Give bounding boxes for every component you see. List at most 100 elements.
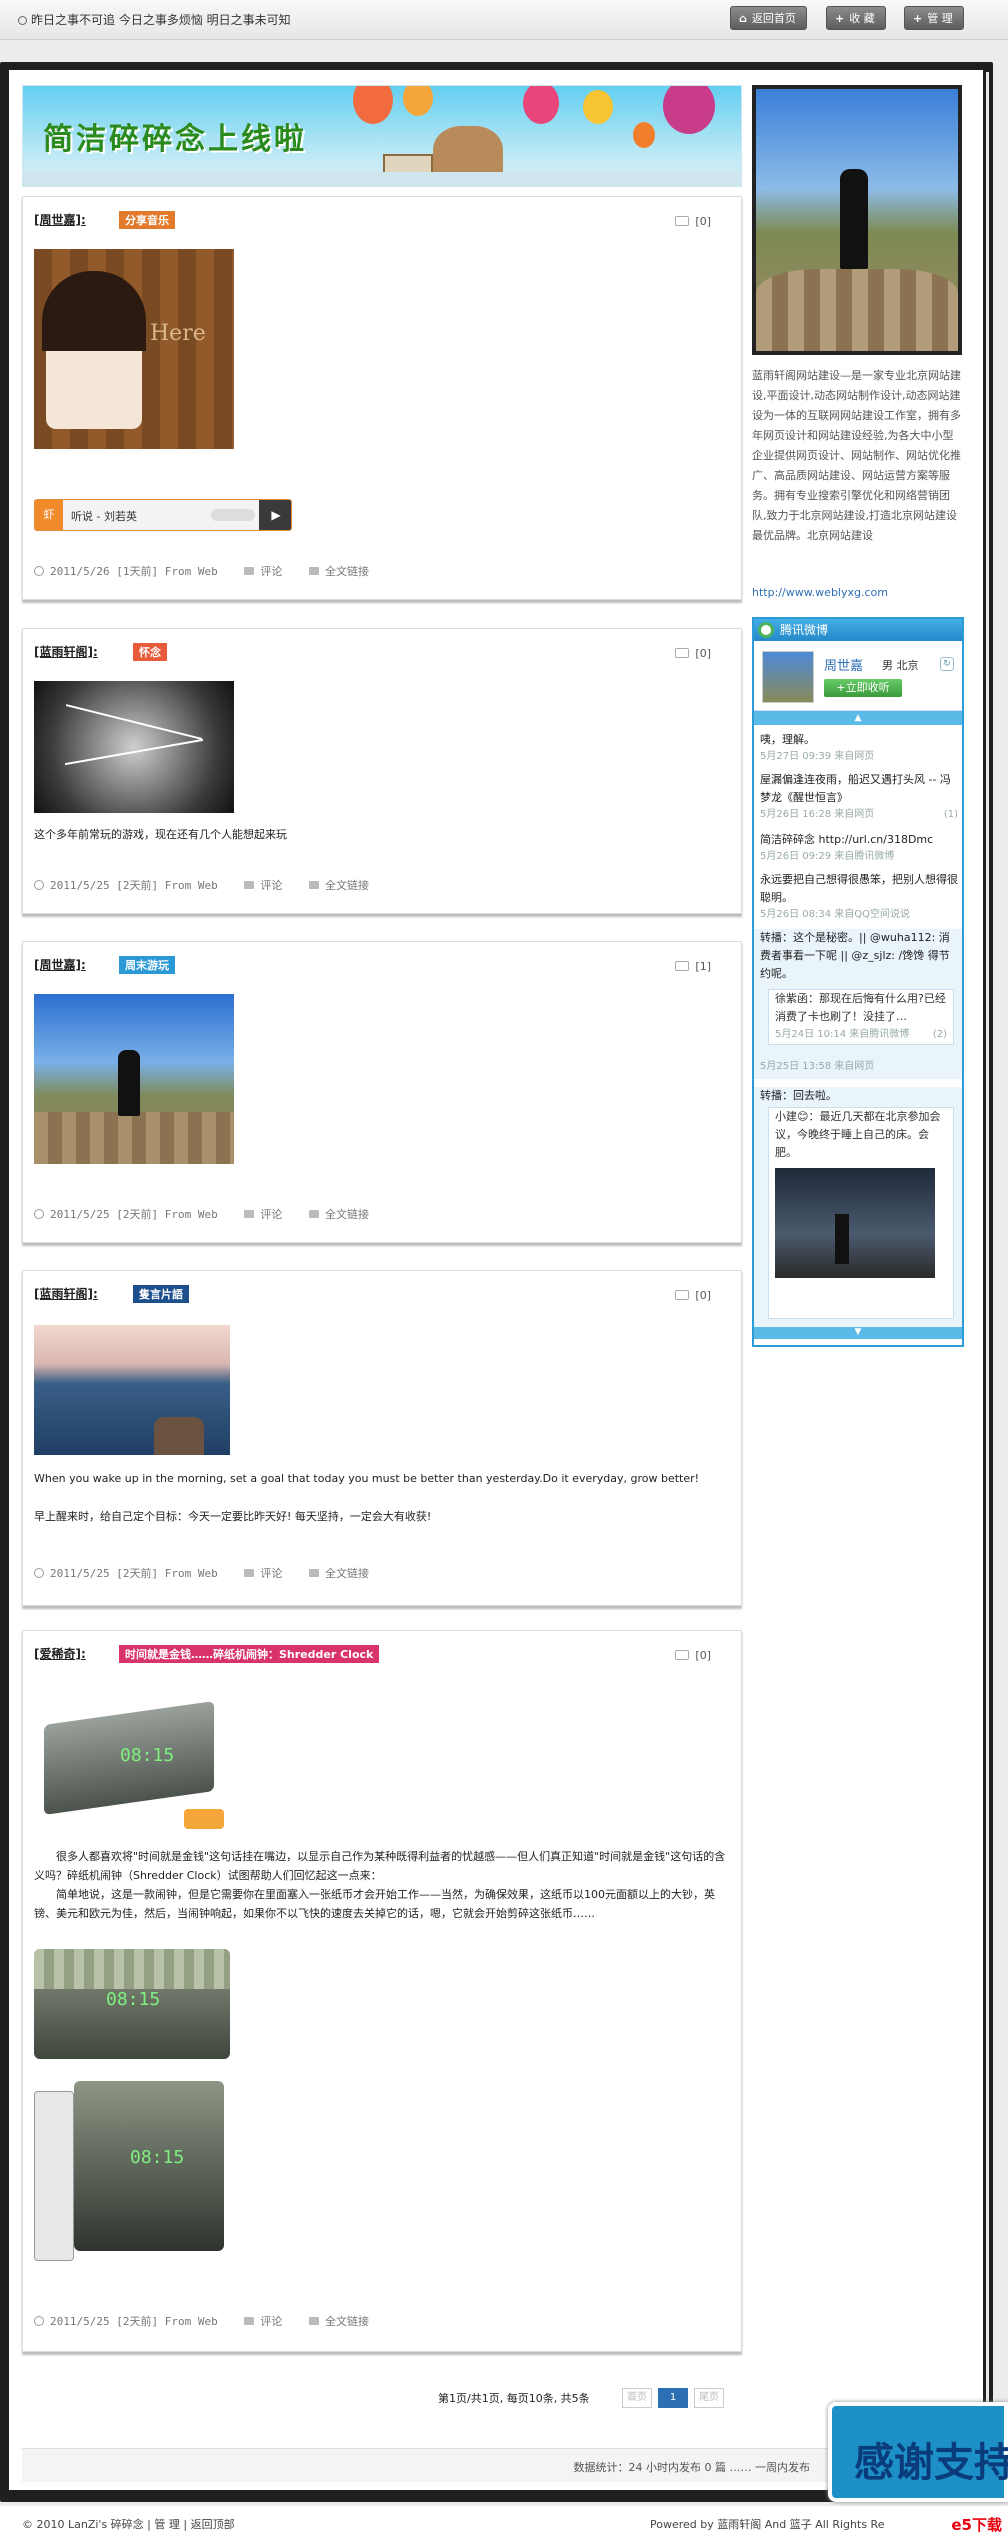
- post-tag[interactable]: 隻言片語: [133, 1285, 189, 1303]
- person-figure: [835, 1214, 849, 1264]
- comment-count[interactable]: [1]: [675, 960, 711, 973]
- scroll-down-icon[interactable]: ▼: [754, 1325, 962, 1339]
- clock-display: 08:15: [130, 2147, 185, 2168]
- post-tag[interactable]: 怀念: [133, 643, 167, 661]
- comment-link[interactable]: 评论: [244, 2315, 282, 2328]
- post-tag[interactable]: 周末游玩: [119, 956, 175, 974]
- weibo-quote: 徐紫函：那现在后悔有什么用?已经消费了卡也刷了！没挂了… 5月24日 10:14 …: [768, 989, 954, 1045]
- last-page-button[interactable]: 尾页: [694, 2388, 724, 2408]
- clock-icon: [34, 2316, 44, 2326]
- plus-icon: +: [913, 12, 923, 25]
- sea-photo: [34, 1325, 230, 1455]
- weibo-profile: 周世嘉 男 北京 ↻ +立即收听: [754, 641, 962, 711]
- refresh-icon[interactable]: ↻: [940, 657, 954, 671]
- music-player[interactable]: 虾 听说 - 刘若英 ▶: [34, 499, 292, 531]
- person-figure: [840, 169, 868, 269]
- comment-icon: [675, 1650, 690, 1660]
- plus-icon: +: [835, 12, 845, 25]
- banknote: [34, 1949, 230, 1989]
- comment-count[interactable]: [0]: [675, 1649, 711, 1662]
- photo-string: [64, 738, 204, 766]
- home-icon: ⌂: [739, 12, 747, 25]
- watermark: e5下载: [951, 2516, 1002, 2534]
- admin-button[interactable]: + 管 理: [904, 6, 964, 30]
- post-date: 2011/5/25 [2天前] From Web: [34, 879, 218, 892]
- avatar[interactable]: [762, 651, 814, 703]
- post-card: [周世嘉]: 分享音乐 [0] Here 虾 听说 - 刘若英 ▶ 2011/5…: [22, 196, 742, 600]
- profile-photo: [752, 85, 962, 355]
- comment-link[interactable]: 评论: [244, 565, 282, 578]
- post-date: 2011/5/25 [2天前] From Web: [34, 2315, 218, 2328]
- play-icon[interactable]: ▶: [259, 500, 291, 530]
- weibo-photo[interactable]: [775, 1168, 935, 1278]
- volume-control[interactable]: [211, 509, 255, 521]
- clock-icon: [34, 1568, 44, 1578]
- clock-icon: [34, 880, 44, 890]
- shredder-clock-photo-3: 08:15: [34, 2071, 234, 2271]
- post-card: [周世嘉]: 周末游玩 [1] 2011/5/25 [2天前] From Web…: [22, 941, 742, 1243]
- first-page-button[interactable]: 首页: [622, 2388, 652, 2408]
- post-author[interactable]: [蓝雨轩阁]:: [34, 1285, 98, 1302]
- photo-string: [65, 704, 203, 740]
- clock-display: 08:15: [106, 1989, 161, 2010]
- balloon: [523, 86, 559, 124]
- comment-count[interactable]: [0]: [675, 215, 711, 228]
- weibo-widget: 腾讯微博 周世嘉 男 北京 ↻ +立即收听 ▲ 咦，理解。 5月27日 09:39…: [752, 617, 964, 1347]
- post-text: 这个多年前常玩的游戏，现在还有几个人能想起来玩: [34, 828, 287, 841]
- banner-title: 简洁碎碎念上线啦: [43, 122, 307, 157]
- follow-button[interactable]: +立即收听: [824, 679, 902, 697]
- post-author[interactable]: [蓝雨轩阁]:: [34, 643, 98, 660]
- weibo-header: 腾讯微博: [754, 619, 962, 641]
- home-button[interactable]: ⌂ 返回首页: [730, 6, 807, 30]
- weibo-user-info: 男 北京: [882, 659, 919, 672]
- shredder-clock-photo-1: 08:15: [34, 1683, 234, 1833]
- stone-wall: [756, 269, 958, 351]
- page-1-button[interactable]: 1: [658, 2388, 688, 2408]
- motto: 昨日之事不可追 今日之事多烦恼 明日之事未可知: [18, 11, 291, 28]
- album-cover-image: Here: [34, 249, 234, 449]
- stone-wall: [34, 1112, 234, 1164]
- weibo-logo-icon: [758, 622, 774, 638]
- permalink[interactable]: 全文链接: [308, 2315, 369, 2328]
- post-tag[interactable]: 分享音乐: [119, 211, 175, 229]
- permalink[interactable]: 全文链接: [308, 879, 369, 892]
- comment-icon: [244, 1569, 255, 1577]
- post-date: 2011/5/25 [2天前] From Web: [34, 1208, 218, 1221]
- favorite-button[interactable]: + 收 藏: [826, 6, 886, 30]
- post-meta: 2011/5/25 [2天前] From Web 评论 全文链接: [34, 877, 389, 893]
- post-card: [爱稀奇]: 时间就是金钱……碎纸机闹钟：Shredder Clock [0] …: [22, 1630, 742, 2352]
- weibo-username[interactable]: 周世嘉: [824, 655, 863, 674]
- comment-icon: [244, 2317, 255, 2325]
- footer-powered[interactable]: Powered by 蓝雨轩阁 And 篮子 All Rights Re: [650, 2516, 884, 2532]
- post-text-english: When you wake up in the morning, set a g…: [34, 1472, 700, 1485]
- comment-icon: [675, 1290, 690, 1300]
- comment-link[interactable]: 评论: [244, 879, 282, 892]
- comment-link[interactable]: 评论: [244, 1567, 282, 1580]
- permalink[interactable]: 全文链接: [308, 565, 369, 578]
- post-author[interactable]: [周世嘉]:: [34, 956, 86, 973]
- post-meta: 2011/5/25 [2天前] From Web 评论 全文链接: [34, 2313, 389, 2329]
- permalink[interactable]: 全文链接: [308, 1208, 369, 1221]
- link-icon: [308, 1210, 319, 1218]
- site-url-link[interactable]: http://www.weblyxg.com: [752, 586, 888, 599]
- post-card: [蓝雨轩阁]: 怀念 [0] 这个多年前常玩的游戏，现在还有几个人能想起来玩 2…: [22, 628, 742, 914]
- comment-count[interactable]: [0]: [675, 647, 711, 660]
- permalink[interactable]: 全文链接: [308, 1567, 369, 1580]
- link-icon: [308, 2317, 319, 2325]
- comment-icon: [675, 216, 690, 226]
- stats-text: 数据统计：24 小时内发布 0 篇 …… 一周内发布: [573, 2461, 810, 2474]
- post-tag[interactable]: 时间就是金钱……碎纸机闹钟：Shredder Clock: [119, 1645, 380, 1663]
- thanks-badge: 感谢支持: [828, 2402, 1008, 2502]
- comment-link[interactable]: 评论: [244, 1208, 282, 1221]
- scroll-up-icon[interactable]: ▲: [754, 711, 962, 725]
- post-meta: 2011/5/25 [2天前] From Web 评论 全文链接: [34, 1206, 389, 1222]
- couple-silhouette: [154, 1417, 204, 1455]
- comment-count[interactable]: [0]: [675, 1289, 711, 1302]
- post-author[interactable]: [周世嘉]:: [34, 211, 86, 228]
- footer-links[interactable]: © 2010 LanZi's 碎碎念 | 管 理 | 返回顶部: [22, 2516, 235, 2532]
- clock-display: 08:15: [120, 1745, 175, 1766]
- weibo-item: 咦，理解。 5月27日 09:39 来自网页: [760, 733, 875, 762]
- thanks-text: 感谢支持: [854, 2440, 1008, 2486]
- post-author[interactable]: [爱稀奇]:: [34, 1645, 86, 1662]
- post-card: [蓝雨轩阁]: 隻言片語 [0] When you wake up in the…: [22, 1270, 742, 1606]
